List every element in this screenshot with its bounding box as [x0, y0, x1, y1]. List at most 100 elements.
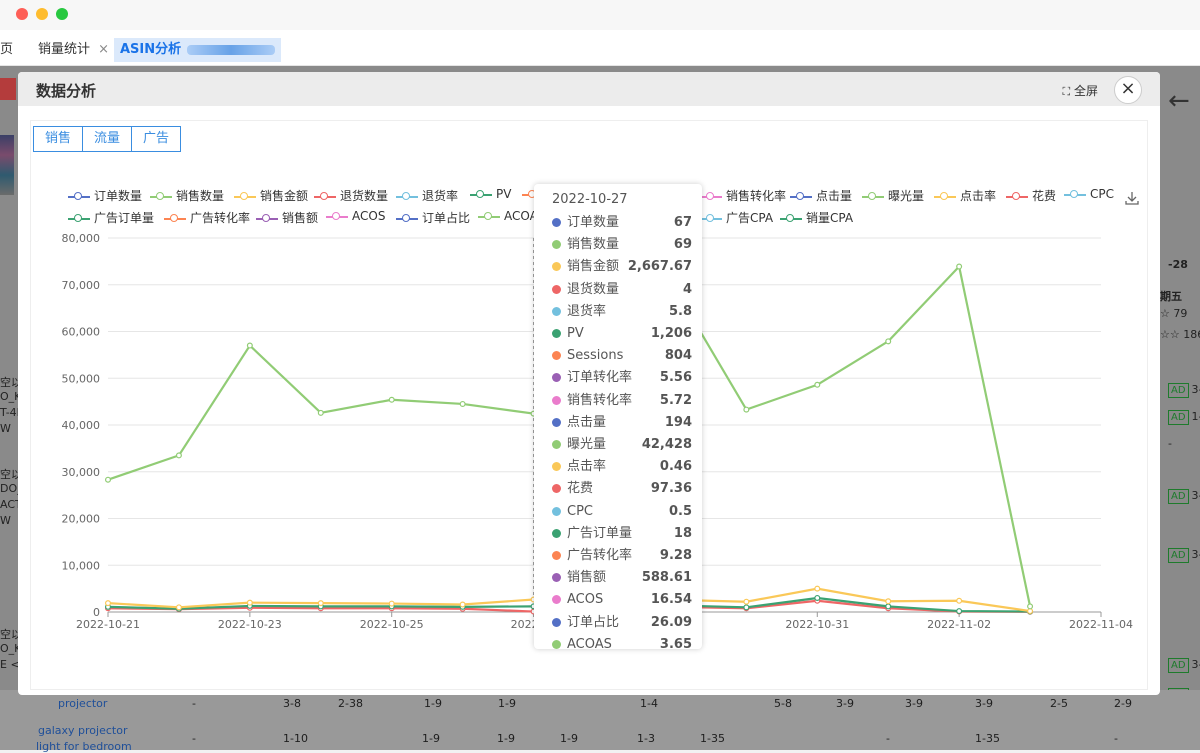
- tooltip-date: 2022-10-27: [552, 192, 628, 207]
- tooltip-row: 销售金额 2,667.67: [552, 256, 692, 278]
- legend-label: 销量CPA: [806, 211, 854, 225]
- legend-item[interactable]: 订单占比: [396, 209, 470, 226]
- tooltip-series-value: 5.56: [659, 370, 692, 386]
- legend-label: 曝光量: [888, 189, 925, 203]
- tooltip-series-value: 2,667.67: [627, 259, 692, 275]
- tooltip-series-name: 广告订单量: [567, 525, 633, 541]
- download-icon[interactable]: [1124, 190, 1140, 206]
- legend-marker-icon: [314, 191, 336, 202]
- legend-marker-icon: [1064, 189, 1086, 200]
- data-point[interactable]: [388, 600, 395, 607]
- data-point[interactable]: [175, 452, 182, 459]
- legend-item[interactable]: 曝光量: [862, 187, 924, 204]
- data-point[interactable]: [956, 263, 963, 270]
- tooltip-row: 订单数量 67: [552, 212, 692, 234]
- y-tick-label: 30,000: [62, 466, 101, 479]
- legend-marker-icon: [862, 191, 884, 202]
- series-dot-icon: [552, 240, 561, 250]
- legend-label: 销售额: [282, 211, 319, 225]
- legend-marker-icon: [396, 213, 418, 224]
- legend-item[interactable]: ACOS: [326, 209, 385, 223]
- series-dot-icon: [552, 329, 561, 338]
- legend-item[interactable]: 点击量: [790, 187, 852, 204]
- series-dot-icon: [552, 551, 561, 560]
- data-point[interactable]: [317, 409, 324, 416]
- tooltip-series-name: CPC: [567, 503, 593, 519]
- legend-marker-icon: [700, 213, 722, 224]
- tooltip-series-value: 67: [673, 215, 692, 230]
- x-tick-label: 2022-10-23: [218, 618, 282, 631]
- legend-label: 点击量: [816, 189, 853, 203]
- legend-item[interactable]: PV: [470, 187, 511, 201]
- series-dot-icon: [552, 395, 561, 405]
- tooltip-row: 广告订单量 18: [552, 523, 692, 545]
- legend-item[interactable]: 销售转化率: [700, 187, 786, 204]
- legend-marker-icon: [700, 191, 722, 202]
- data-point[interactable]: [104, 600, 111, 607]
- data-point[interactable]: [885, 338, 892, 345]
- tooltip-series-name: 点击量: [567, 414, 607, 430]
- data-point[interactable]: [885, 603, 892, 610]
- tooltip-row: 退货数量 4: [552, 279, 692, 301]
- tooltip-row: 订单占比 26.09: [552, 612, 692, 634]
- data-point[interactable]: [956, 608, 963, 615]
- data-point[interactable]: [175, 604, 182, 611]
- tooltip-series-value: 69: [673, 237, 692, 253]
- tooltip-series-name: 销售金额: [567, 259, 620, 275]
- x-tick-label: 2022-10-31: [785, 618, 849, 631]
- tooltip-series-value: 9.28: [659, 548, 692, 563]
- tooltip-series-name: 销售转化率: [567, 392, 633, 408]
- data-point[interactable]: [814, 381, 821, 388]
- legend-item[interactable]: 订单数量: [68, 187, 142, 204]
- legend-item[interactable]: 广告CPA: [700, 209, 773, 226]
- data-point[interactable]: [388, 396, 395, 403]
- legend-item[interactable]: 退货数量: [314, 187, 388, 204]
- legend-label: 销售数量: [176, 189, 225, 203]
- legend-item[interactable]: 退货率: [396, 187, 458, 204]
- legend-marker-icon: [790, 191, 812, 202]
- legend-label: 点击率: [960, 189, 997, 203]
- legend-item[interactable]: 销售数量: [150, 187, 224, 204]
- legend-item[interactable]: 花费: [1006, 187, 1056, 204]
- data-point[interactable]: [1027, 603, 1034, 610]
- data-point[interactable]: [459, 601, 466, 608]
- data-point[interactable]: [459, 400, 466, 407]
- legend-label: ACOS: [352, 209, 386, 223]
- data-point[interactable]: [814, 585, 821, 592]
- tooltip-series-value: 3.65: [659, 636, 692, 652]
- legend-marker-icon: [68, 213, 90, 224]
- data-point[interactable]: [956, 597, 963, 604]
- data-point[interactable]: [104, 476, 111, 483]
- data-point[interactable]: [317, 600, 324, 607]
- data-point[interactable]: [814, 594, 821, 601]
- legend-item[interactable]: 广告转化率: [164, 209, 250, 226]
- data-point[interactable]: [885, 598, 892, 605]
- tooltip-row: CPC 0.5: [552, 501, 692, 523]
- data-point[interactable]: [743, 406, 750, 413]
- legend-label: 退货率: [422, 189, 459, 203]
- tooltip-series-value: 0.5: [668, 503, 692, 519]
- legend-item[interactable]: 销量CPA: [780, 209, 853, 226]
- tooltip-series-value: 588.61: [641, 570, 692, 586]
- legend-item[interactable]: 销售额: [256, 209, 318, 226]
- tooltip-row: 广告转化率 9.28: [552, 545, 692, 567]
- data-point[interactable]: [246, 599, 253, 606]
- legend-marker-icon: [478, 211, 500, 222]
- tooltip-series-name: PV: [567, 326, 584, 341]
- data-point[interactable]: [246, 342, 253, 349]
- legend-marker-icon: [470, 189, 492, 200]
- legend-marker-icon: [68, 191, 90, 202]
- legend-item[interactable]: CPC: [1064, 187, 1114, 201]
- data-point[interactable]: [743, 604, 750, 611]
- tooltip-series-name: 曝光量: [567, 437, 607, 452]
- tooltip-row: 订单转化率 5.56: [552, 367, 692, 389]
- legend-item[interactable]: 广告订单量: [68, 209, 154, 226]
- data-point[interactable]: [743, 598, 750, 605]
- legend-item[interactable]: 点击率: [934, 187, 996, 204]
- tooltip-series-value: 26.09: [650, 614, 692, 630]
- tooltip-series-name: 订单转化率: [567, 370, 633, 386]
- tooltip-series-name: ACOS: [567, 592, 604, 608]
- tooltip-series-name: 销售数量: [567, 237, 620, 253]
- tooltip-row: 点击率 0.46: [552, 456, 692, 478]
- legend-item[interactable]: 销售金额: [234, 187, 308, 204]
